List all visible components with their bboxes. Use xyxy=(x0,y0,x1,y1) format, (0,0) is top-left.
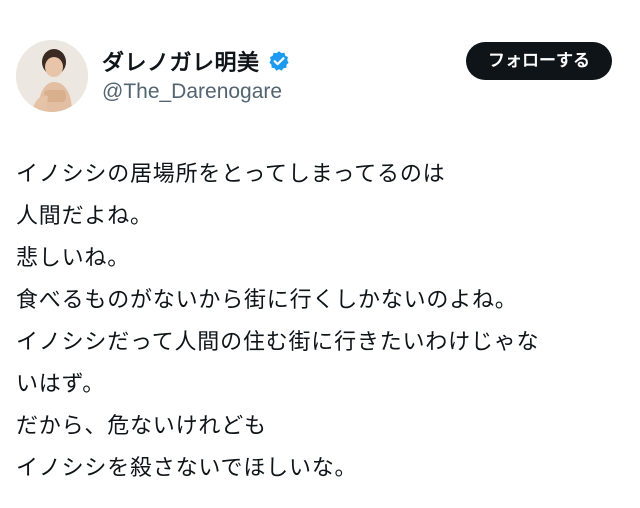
tweet-text-line: イノシシだって人間の住む街に行きたいわけじゃな xyxy=(16,330,540,355)
author-handle[interactable]: @The_Darenogare xyxy=(102,80,290,104)
tweet-card: ダレノガレ明美 @The_Darenogare フォローする イノシシの居場所を… xyxy=(0,0,640,508)
tweet-text-line: イノシシの居場所をとってしまってるのは xyxy=(16,162,446,187)
tweet-text-line: イノシシを殺さないでほしいな。 xyxy=(16,456,358,481)
tweet-text: イノシシの居場所をとってしまってるのは 人間だよね。 悲しいね。 食べるものがな… xyxy=(16,154,626,490)
avatar[interactable] xyxy=(16,40,88,112)
tweet-text-line: 食べるものがないから街に行くしかないのよね。 xyxy=(16,288,518,313)
follow-button[interactable]: フォローする xyxy=(466,42,612,80)
tweet-text-line: 人間だよね。 xyxy=(16,204,153,229)
verified-badge-icon xyxy=(268,50,290,72)
display-name-row: ダレノガレ明美 xyxy=(102,46,290,76)
display-name[interactable]: ダレノガレ明美 xyxy=(102,45,260,77)
author-names: ダレノガレ明美 @The_Darenogare xyxy=(102,46,290,104)
tweet-text-line: だから、危ないけれども xyxy=(16,414,267,439)
avatar-photo-icon xyxy=(16,40,88,112)
tweet-text-line: 悲しいね。 xyxy=(16,246,131,271)
tweet-header: ダレノガレ明美 @The_Darenogare フォローする xyxy=(16,40,624,114)
tweet-text-line: いはず。 xyxy=(16,372,106,397)
